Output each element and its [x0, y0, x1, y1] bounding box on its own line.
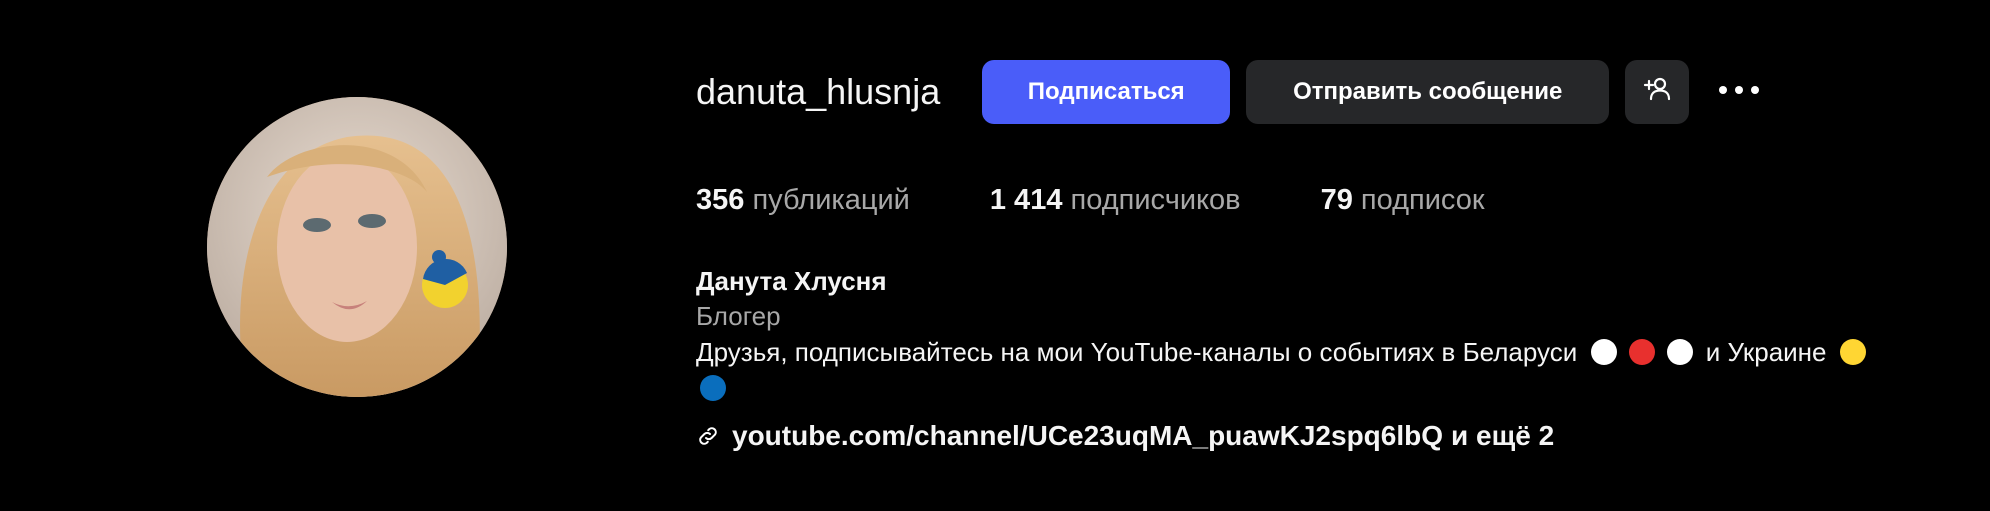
profile-avatar[interactable] [207, 97, 507, 397]
profile-stats: 356 публикаций 1 414 подписчиков 79 подп… [696, 184, 1565, 217]
following-count: 79 [1320, 184, 1353, 216]
profile-actions-row: danuta_hlusnja Подписаться Отправить соо… [696, 60, 1761, 124]
avatar-image [207, 97, 507, 397]
followers-stat[interactable]: 1 414 подписчиков [990, 184, 1241, 217]
bio-text-part2: и Украине [1705, 337, 1827, 367]
profile-category: Блогер [696, 301, 781, 331]
send-message-button[interactable]: Отправить сообщение [1246, 60, 1610, 124]
bio-external-link[interactable]: youtube.com/channel/UCe23uqMA_puawKJ2spq… [732, 420, 1443, 452]
bio-text-part1: Друзья, подписывайтесь на мои YouTube-ка… [696, 337, 1578, 367]
posts-stat: 356 публикаций [696, 184, 910, 217]
posts-label: публикаций [752, 184, 910, 216]
more-horizontal-icon [1717, 83, 1761, 101]
ukraine-flag-dot-blue [700, 375, 726, 401]
profile-bio: Данута Хлусня Блогер Друзья, подписывайт… [696, 264, 1956, 452]
person-add-icon [1642, 74, 1672, 111]
follow-button[interactable]: Подписаться [982, 60, 1231, 124]
profile-username: danuta_hlusnja [696, 71, 941, 112]
posts-count: 356 [696, 184, 745, 216]
following-stat[interactable]: 79 подписок [1321, 184, 1485, 217]
ukraine-flag-dot-yellow [1839, 339, 1866, 365]
belarus-flag-dot-white-2 [1666, 339, 1693, 365]
profile-full-name: Данута Хлусня [696, 266, 887, 296]
bio-text: Друзья, подписывайтесь на мои YouTube-ка… [696, 334, 1956, 406]
belarus-flag-dot-white-1 [1590, 339, 1617, 365]
belarus-flag-dot-red [1628, 339, 1655, 365]
link-icon [696, 424, 720, 448]
following-label: подписок [1360, 184, 1485, 216]
more-options-button[interactable] [1717, 70, 1761, 114]
bio-link-row: youtube.com/channel/UCe23uqMA_puawKJ2spq… [696, 420, 1956, 452]
followers-count: 1 414 [989, 184, 1063, 216]
profile-header: danuta_hlusnja Подписаться Отправить соо… [0, 0, 1990, 511]
more-links-button[interactable]: и ещё 2 [1451, 420, 1554, 452]
suggested-accounts-button[interactable] [1625, 60, 1690, 124]
followers-label: подписчиков [1070, 184, 1241, 216]
